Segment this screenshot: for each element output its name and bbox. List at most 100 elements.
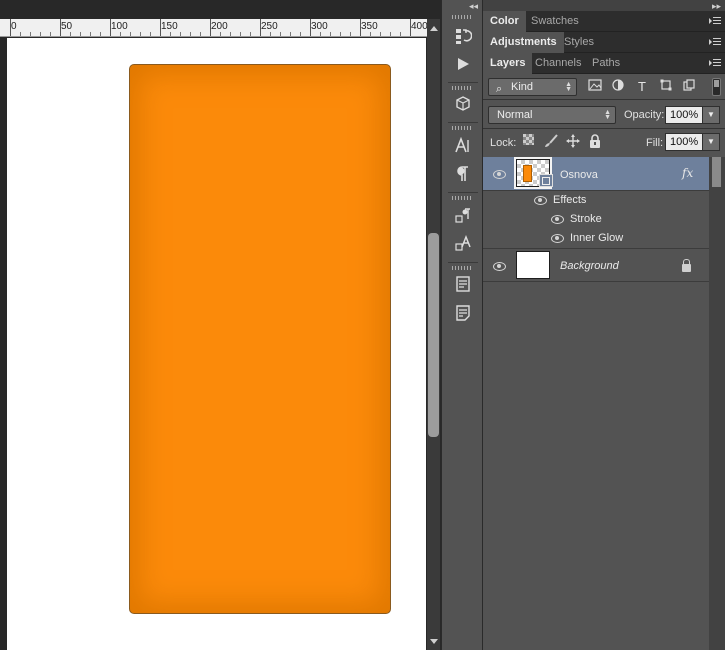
ruler-minor-tick [70,32,71,36]
adjustment-layer-filter-icon[interactable] [610,79,626,95]
opacity-input[interactable]: 100% [665,106,703,124]
grip-handle[interactable] [452,86,472,90]
ruler-minor-tick [150,32,151,36]
play-action-icon[interactable] [450,52,476,76]
orange-shape-osnova[interactable] [129,64,391,614]
character-styles-icon[interactable] [450,232,476,256]
ruler-minor-tick [130,32,131,36]
tab-swatches[interactable]: Swatches [524,11,586,32]
visibility-eye-icon[interactable] [550,214,564,224]
ruler-minor-tick [280,32,281,36]
pixel-layer-filter-icon[interactable] [587,79,603,95]
ruler-minor-tick [250,32,251,36]
tab-color[interactable]: Color [483,11,526,32]
ruler-label: 300 [311,21,328,32]
ruler-minor-tick [320,32,321,36]
ruler-minor-tick [400,32,401,36]
visibility-eye-icon[interactable] [492,261,506,271]
layer-thumbnail [516,251,550,279]
layer-row-osnova[interactable]: Osnova fx [483,157,709,191]
blend-mode-dropdown[interactable]: Normal ▲ ▼ [488,106,616,124]
effect-row-stroke[interactable]: Stroke [483,210,709,229]
fill-label: Fill: [646,137,664,149]
type-layer-filter-icon[interactable]: T [634,79,650,95]
visibility-eye-icon[interactable] [533,195,547,205]
ruler-minor-tick [30,32,31,36]
adjustments-styles-tabbar: Adjustments Styles [483,32,725,53]
ruler-label: 0 [11,21,17,32]
scrollbar-thumb[interactable] [712,157,721,187]
layer-name[interactable]: Background [560,260,619,272]
ruler-minor-tick [180,32,181,36]
ruler-minor-tick [380,32,381,36]
layers-panel: ⌕ Kind ▲ ▼ T Normal ▲ ▼ Opacity: 100% ▼ Lo… [483,74,725,650]
layer-name[interactable]: Osnova [560,169,598,181]
ruler-minor-tick [80,32,81,36]
shape-layer-filter-icon[interactable] [658,79,674,95]
canvas-vertical-scrollbar[interactable] [427,19,440,650]
ruler-minor-tick [230,32,231,36]
tab-channels[interactable]: Channels [528,53,588,74]
visibility-eye-icon[interactable] [550,233,564,243]
layer-list: Osnova fx Effects Stroke Inner Glow Back… [483,157,725,650]
ruler-minor-tick [300,32,301,36]
collapse-panels-icon[interactable]: ◂◂ [469,1,478,12]
ruler-minor-tick [330,32,331,36]
scroll-up-arrow-icon[interactable] [430,26,438,31]
effects-row[interactable]: Effects [483,191,709,210]
filter-kind-value: Kind [511,81,534,93]
layers-scrollbar[interactable] [709,157,725,650]
divider [448,122,478,123]
panel-menu-icon[interactable] [709,37,721,47]
grip-handle[interactable] [452,126,472,130]
effect-row-inner-glow[interactable]: Inner Glow [483,229,709,249]
tab-paths[interactable]: Paths [585,53,627,74]
lock-position-move-icon[interactable] [566,134,580,148]
thumbnail-orange-shape [523,165,532,182]
layer-comps-icon[interactable] [450,301,476,325]
notes-icon[interactable] [450,272,476,296]
tab-adjustments[interactable]: Adjustments [483,32,564,53]
smart-object-filter-icon[interactable] [681,79,697,95]
ruler-minor-tick [170,32,171,36]
layer-row-background[interactable]: Background [483,249,709,282]
grip-handle[interactable] [452,15,472,19]
blend-mode-value: Normal [497,109,533,121]
fx-icon[interactable]: fx [682,166,693,180]
filter-toggle-switch[interactable] [712,78,721,96]
canvas-area[interactable]: 0 50 100 150 200 250 300 350 400 [0,0,441,650]
scrollbar-thumb[interactable] [428,233,439,437]
opacity-dropdown-arrow-icon[interactable]: ▼ [702,106,720,124]
ruler-label: 400 [411,21,427,32]
layer-thumbnail [514,157,553,189]
grip-handle[interactable] [452,266,472,270]
ruler-minor-tick [140,32,141,36]
paragraph-icon[interactable] [450,162,476,186]
visibility-eye-icon[interactable] [492,169,506,179]
layer-locked-padlock-icon [682,259,691,272]
ruler-minor-tick [40,32,41,36]
horizontal-ruler: 0 50 100 150 200 250 300 350 400 [0,19,427,37]
paragraph-styles-icon[interactable] [450,204,476,228]
lock-transparent-pixels-icon[interactable] [521,134,535,148]
fill-dropdown-arrow-icon[interactable]: ▼ [702,133,720,151]
3d-cube-icon[interactable] [450,92,476,116]
history-icon[interactable] [450,24,476,48]
ruler-minor-tick [220,32,221,36]
ruler-minor-tick [390,32,391,36]
layers-tabbar: Layers Channels Paths [483,53,725,74]
grip-handle[interactable] [452,196,472,200]
tab-styles[interactable]: Styles [557,32,601,53]
panel-icon-strip: ◂◂ [441,0,483,650]
tab-layers[interactable]: Layers [483,53,533,74]
fill-input[interactable]: 100% [665,133,703,151]
ruler-minor-tick [20,32,21,36]
filter-kind-dropdown[interactable]: ⌕ Kind ▲ ▼ [488,78,577,96]
character-icon[interactable] [450,134,476,158]
lock-all-padlock-icon[interactable] [588,134,602,148]
scroll-down-arrow-icon[interactable] [430,639,438,644]
panel-menu-icon[interactable] [709,58,721,68]
lock-image-pixels-brush-icon[interactable] [544,134,558,148]
divider [483,99,725,100]
panel-menu-icon[interactable] [709,16,721,26]
